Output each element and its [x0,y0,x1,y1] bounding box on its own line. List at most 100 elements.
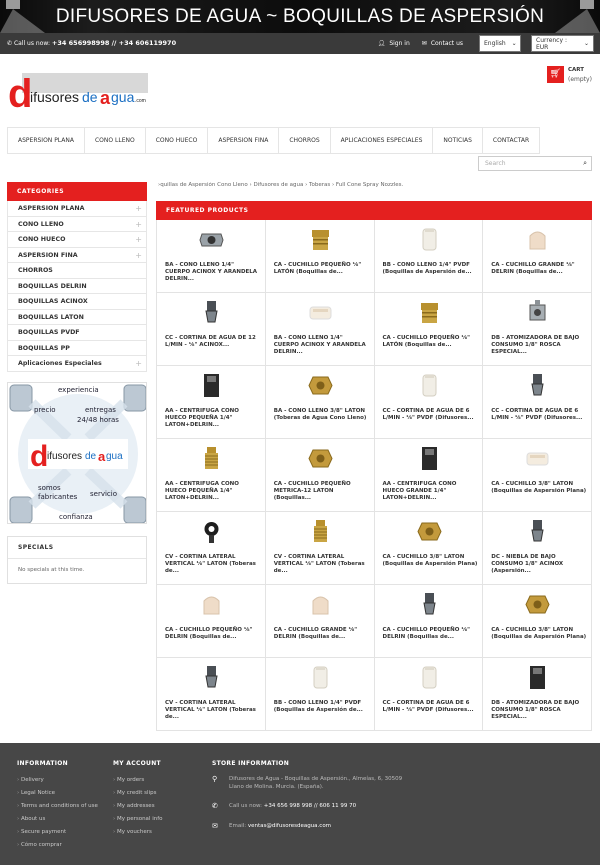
product-card[interactable]: CA - CUCHILLO 3/8" LATON (Boquillas de A… [483,585,592,658]
product-image[interactable] [198,518,225,545]
product-card[interactable]: BA - CONO LLENO 1/4" CUERPO ACINOX Y ARA… [265,293,375,366]
product-card[interactable]: CV - CORTINA LATERAL VERTICAL ⅛" LATON (… [157,512,266,585]
language-select[interactable]: English ⌄ [479,35,521,52]
product-image[interactable] [416,299,443,326]
product-name[interactable]: CA - CUCHILLO PEQUEÑO ⅛" DELRIN (Boquill… [165,627,261,641]
product-card[interactable]: AA - CENTRIFUGA CONO HUECO PEQUEÑA 1/4" … [157,366,266,439]
product-image[interactable] [307,518,334,545]
product-card[interactable]: CA - CUCHILLO PEQUEÑO ⅛" LATÓN (Boquilla… [265,220,375,293]
product-name[interactable]: BB - CONO LLENO 1/4" PVDF (Boquillas de … [383,262,479,276]
product-name[interactable]: CA - CUCHILLO GRANDE ⅛" DELRIN (Boquilla… [274,627,370,641]
product-image[interactable] [307,445,334,472]
product-card[interactable]: CC - CORTINA DE AGUA DE 12 L/MIN - ⅛" AC… [157,293,266,366]
product-card[interactable]: CA - CUCHILLO PEQUEÑO ⅛" LATÓN (Boquilla… [374,293,484,366]
product-image[interactable] [307,664,334,691]
product-name[interactable]: AA - CENTRIFUGA CONO HUECO GRANDE 1/4" L… [383,481,479,502]
product-name[interactable]: CA - CUCHILLO PEQUEÑO METRICA-12 LATON (… [274,481,370,502]
expand-plus-icon[interactable]: + [135,356,142,371]
nav-item[interactable]: ASPERSION PLANA [7,128,85,153]
product-name[interactable]: BA - CONO LLENO 1/4" CUERPO ACINOX Y ARA… [274,335,370,356]
product-name[interactable]: CC - CORTINA DE AGUA DE 6 L/MIN - ⅛" PVD… [383,700,479,714]
expand-plus-icon[interactable]: + [135,248,142,263]
footer-link[interactable]: My addresses [113,800,163,813]
product-name[interactable]: CA - CUCHILLO 3/8" LATON (Boquillas de A… [491,481,587,495]
product-card[interactable]: CA - CUCHILLO GRANDE ⅛" DELRIN (Boquilla… [265,585,375,658]
expand-plus-icon[interactable]: + [135,232,142,247]
product-image[interactable] [198,299,225,326]
product-name[interactable]: CV - CORTINA LATERAL VERTICAL ⅛" LATON (… [165,554,261,575]
product-card[interactable]: DB - ATOMIZADORA DE BAJO CONSUMO 1/8" RO… [483,658,592,731]
product-card[interactable]: CA - CUCHILLO PEQUEÑO METRICA-12 LATON (… [265,439,375,512]
product-name[interactable]: BA - CONO LLENO 3/8" LATON (Toberas de A… [274,408,370,422]
product-card[interactable]: CA - CUCHILLO GRANDE ⅛" DELRIN (Boquilla… [483,220,592,293]
product-name[interactable]: CA - CUCHILLO GRANDE ⅛" DELRIN (Boquilla… [491,262,587,276]
product-name[interactable]: DB - ATOMIZADORA DE BAJO CONSUMO 1/8" RO… [491,700,587,721]
product-image[interactable] [416,591,443,618]
product-name[interactable]: BB - CONO LLENO 1/4" PVDF (Boquillas de … [274,700,370,714]
search-input[interactable]: Search ⌕ [478,156,592,171]
footer-link[interactable]: My vouchers [113,826,163,839]
category-item[interactable]: ASPERSION FINA + [7,247,147,263]
product-name[interactable]: CA - CUCHILLO PEQUEÑO ⅛" DELRIN (Boquill… [383,627,479,641]
product-name[interactable]: DC - NIEBLA DE BAJO CONSUMO 1/8" ACINOX … [491,554,587,575]
footer-link[interactable]: Cómo comprar [17,839,98,852]
product-card[interactable]: CV - CORTINA LATERAL VERTICAL ⅛" LATON (… [265,512,375,585]
category-item[interactable]: BOQUILLAS LATON [7,309,147,325]
product-image[interactable] [524,518,551,545]
breadcrumb[interactable]: ›quillas de Aspersión Cono Lleno › Difus… [158,182,592,188]
footer-link[interactable]: My orders [113,774,163,787]
product-card[interactable]: CC - CORTINA DE AGUA DE 6 L/MIN - ⅛" PVD… [374,658,484,731]
product-image[interactable] [524,664,551,691]
product-name[interactable]: CC - CORTINA DE AGUA DE 6 L/MIN - ⅛" PVD… [383,408,479,422]
expand-plus-icon[interactable]: + [135,217,142,232]
nav-item[interactable]: CONTACTAR [483,128,541,153]
product-image[interactable] [198,664,225,691]
product-card[interactable]: CA - CUCHILLO 3/8" LATON (Boquillas de A… [483,439,592,512]
product-image[interactable] [416,518,443,545]
product-image[interactable] [307,226,334,253]
product-name[interactable]: CC - CORTINA DE AGUA DE 12 L/MIN - ⅛" AC… [165,335,261,349]
category-item[interactable]: BOQUILLAS PP [7,340,147,356]
footer-link[interactable]: My credit slips [113,787,163,800]
site-logo[interactable]: d ifusores de a gua .com [8,69,148,111]
product-name[interactable]: AA - CENTRIFUGA CONO HUECO PEQUEÑA 1/4" … [165,481,261,502]
product-image[interactable] [198,226,225,253]
product-image[interactable] [307,299,334,326]
product-name[interactable]: CC - CORTINA DE AGUA DE 6 L/MIN - ⅛" PVD… [491,408,587,422]
nav-item[interactable]: CONO HUECO [146,128,209,153]
product-image[interactable] [416,226,443,253]
product-name[interactable]: CA - CUCHILLO 3/8" LATON (Boquillas de A… [491,627,587,641]
product-name[interactable]: CV - CORTINA LATERAL VERTICAL ⅛" LATON (… [165,700,261,721]
product-image[interactable] [198,372,225,399]
store-phones[interactable]: +34 656 998 998 // 606 11 99 70 [264,803,356,809]
call-phones[interactable]: +34 656998998 // +34 606119970 [52,39,176,47]
product-card[interactable]: BA - CONO LLENO 3/8" LATON (Toberas de A… [265,366,375,439]
nav-item[interactable]: CHORROS [279,128,331,153]
product-image[interactable] [416,664,443,691]
product-name[interactable]: CA - CUCHILLO 3/8" LATON (Boquillas de A… [383,554,479,568]
product-card[interactable]: BB - CONO LLENO 1/4" PVDF (Boquillas de … [374,220,484,293]
product-image[interactable] [524,372,551,399]
product-name[interactable]: DB - ATOMIZADORA DE BAJO CONSUMO 1/8" RO… [491,335,587,356]
store-email-address[interactable]: ventas@difusoresdeagua.com [248,823,331,829]
footer-link[interactable]: Terms and conditions of use [17,800,98,813]
product-card[interactable]: DC - NIEBLA DE BAJO CONSUMO 1/8" ACINOX … [483,512,592,585]
category-item[interactable]: Aplicaciones Especiales + [7,356,147,372]
product-card[interactable]: CA - CUCHILLO PEQUEÑO ⅛" DELRIN (Boquill… [374,585,484,658]
product-image[interactable] [524,299,551,326]
product-name[interactable]: CA - CUCHILLO PEQUEÑO ⅛" LATÓN (Boquilla… [383,335,479,349]
footer-link[interactable]: About us [17,813,98,826]
category-item[interactable]: BOQUILLAS DELRIN [7,278,147,294]
nav-item[interactable]: ASPERSION FINA [208,128,280,153]
product-card[interactable]: CA - CUCHILLO PEQUEÑO ⅛" DELRIN (Boquill… [157,585,266,658]
product-card[interactable]: DB - ATOMIZADORA DE BAJO CONSUMO 1/8" RO… [483,293,592,366]
category-item[interactable]: BOQUILLAS PVDF [7,325,147,341]
product-card[interactable]: CA - CUCHILLO 3/8" LATON (Boquillas de A… [374,512,484,585]
nav-item[interactable]: NOTICIAS [433,128,483,153]
signin-link[interactable]: 👤︎ Sign in [378,40,410,47]
promo-banner[interactable]: d ifusores de a gua experiencia precio e… [7,382,147,524]
product-card[interactable]: BB - CONO LLENO 1/4" PVDF (Boquillas de … [265,658,375,731]
product-image[interactable] [524,591,551,618]
category-item[interactable]: CHORROS [7,263,147,279]
product-image[interactable] [416,445,443,472]
